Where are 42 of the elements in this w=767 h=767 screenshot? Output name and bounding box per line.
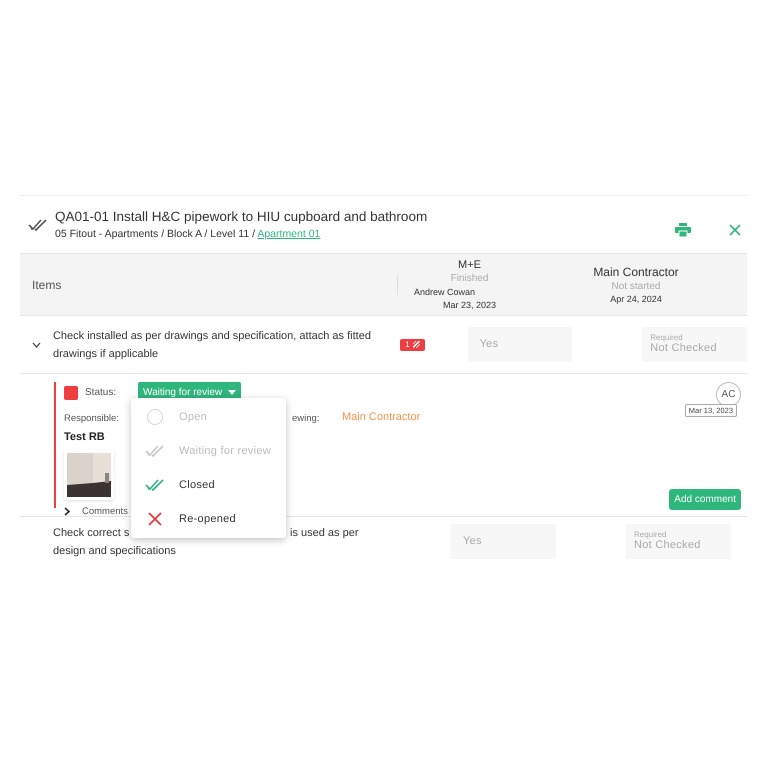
menu-option[interactable]: Re-opened: [131, 502, 286, 536]
breadcrumb: 05 Fitout - Apartments / Block A / Level 11 / Apartment 01: [55, 226, 322, 242]
party-name: M+E: [458, 258, 481, 272]
date-text: Apr 24, 2024: [610, 293, 662, 306]
party-status: Not started: [612, 280, 660, 293]
close-icon[interactable]: [729, 224, 741, 236]
hatched-icon: [412, 341, 420, 348]
party-status: Finished: [450, 273, 488, 286]
answer-field[interactable]: Yes: [468, 327, 572, 362]
comments-label[interactable]: Comments: [82, 504, 128, 519]
check-status: Not Checked: [634, 538, 702, 552]
double-check-icon: [145, 445, 165, 457]
checklist-title: QA01-01 Install H&C pipework to HIU cupboard and bathroom: [55, 208, 428, 226]
date-text: Mar 23, 2023: [442, 299, 496, 312]
reviewing-label: ewing:: [292, 413, 320, 424]
responsible-name: Test RB: [64, 430, 105, 445]
status-icon: [64, 386, 78, 400]
status-label: Status:: [85, 386, 118, 400]
check-status: Not Checked: [650, 342, 718, 356]
required-label: Required: [634, 530, 668, 539]
reviewer-name: Main Contractor: [342, 410, 420, 425]
cross-icon: [148, 512, 162, 526]
item-text: Check correct s: [53, 526, 130, 538]
chevron-icon[interactable]: [32, 342, 41, 348]
person-name: Andrew Cowan: [414, 286, 476, 298]
menu-option[interactable]: Closed: [131, 468, 286, 502]
breadcrumb-link[interactable]: Apartment 01: [257, 228, 320, 240]
item-text: is used as per: [290, 526, 358, 540]
responsible-label: Responsible:: [64, 413, 119, 424]
caret-icon: [228, 390, 236, 395]
photo-count: 1: [405, 340, 410, 348]
item-text: Check installed as per drawings and specification, attach as fitted drawings if applicable: [52, 328, 372, 362]
required-label: Required: [650, 334, 684, 342]
item-text: design and specifications: [53, 544, 176, 558]
double-check-icon: [145, 479, 165, 491]
add-comment-button[interactable]: Add comment: [669, 489, 741, 510]
answer-field[interactable]: Yes: [451, 524, 556, 559]
double-check-icon: [28, 218, 48, 230]
column-header: Items: [31, 276, 62, 294]
chevron-icon[interactable]: [64, 507, 70, 516]
printer-icon[interactable]: [675, 222, 691, 236]
party-name: Main Contractor: [593, 264, 679, 280]
